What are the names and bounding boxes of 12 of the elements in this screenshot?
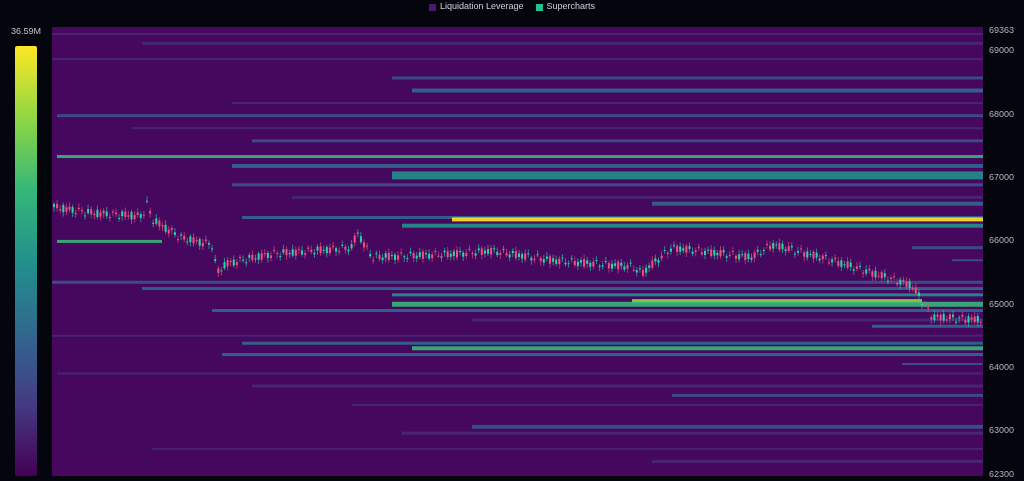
legend-label[interactable]: Supercharts xyxy=(546,0,596,14)
price-axis-label: 67000 xyxy=(989,172,1015,182)
price-axis-label: 69363 xyxy=(989,25,1015,35)
price-axis-label: 62300 xyxy=(989,469,1015,479)
price-axis-label: 68000 xyxy=(989,109,1015,119)
price-axis-label: 65000 xyxy=(989,299,1015,309)
price-axis-label: 69000 xyxy=(989,45,1015,55)
price-axis-label: 66000 xyxy=(989,235,1015,245)
legend-label[interactable]: Liquidation Leverage xyxy=(439,0,524,14)
price-axis-label: 64000 xyxy=(989,362,1015,372)
scale-max-label: 36.59M xyxy=(11,27,41,36)
price-axis-label: 63000 xyxy=(989,425,1015,435)
